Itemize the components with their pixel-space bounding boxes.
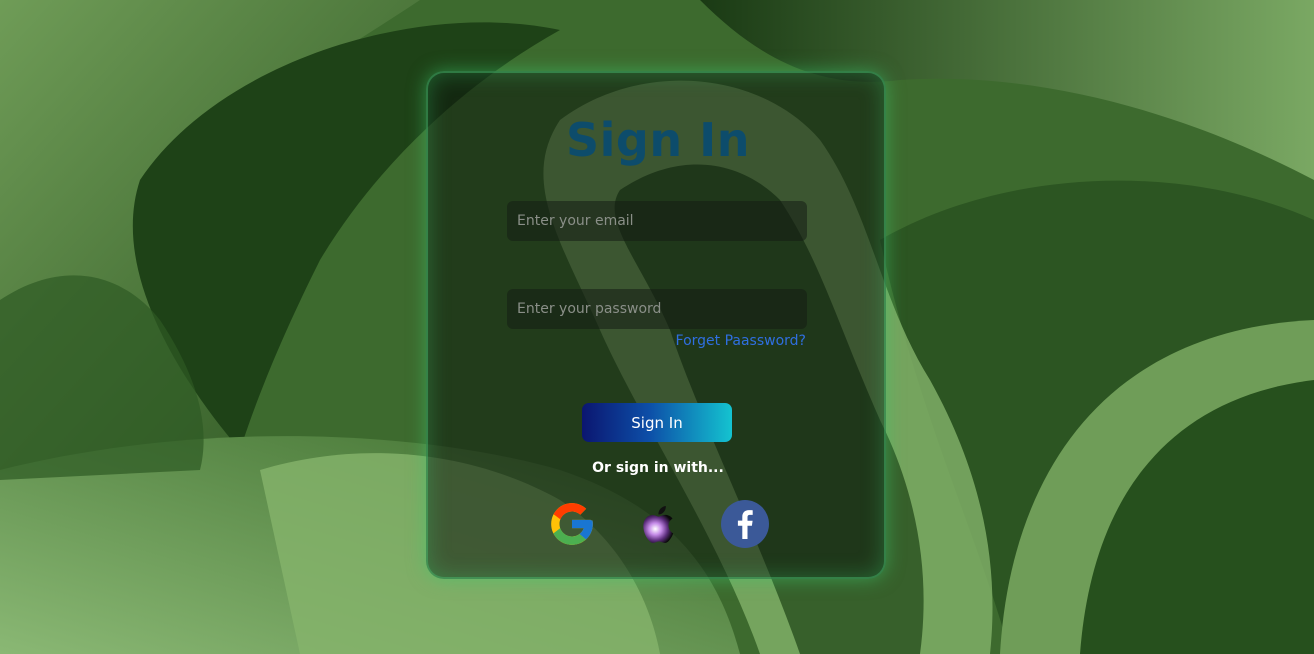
google-icon [551,503,593,545]
password-field[interactable] [507,289,807,329]
facebook-icon [721,500,769,548]
signin-card: Sign In Forget Paassword? Sign In Or sig… [426,71,886,579]
google-signin-button[interactable] [547,499,597,549]
or-sign-in-label: Or sign in with... [592,460,724,476]
facebook-signin-button[interactable] [720,499,770,549]
email-field[interactable] [507,201,807,241]
apple-icon [643,506,674,544]
page-title: Sign In [566,113,750,167]
apple-signin-button[interactable] [634,499,684,549]
signin-button[interactable]: Sign In [582,403,732,442]
forgot-password-link[interactable]: Forget Paassword? [676,333,806,349]
